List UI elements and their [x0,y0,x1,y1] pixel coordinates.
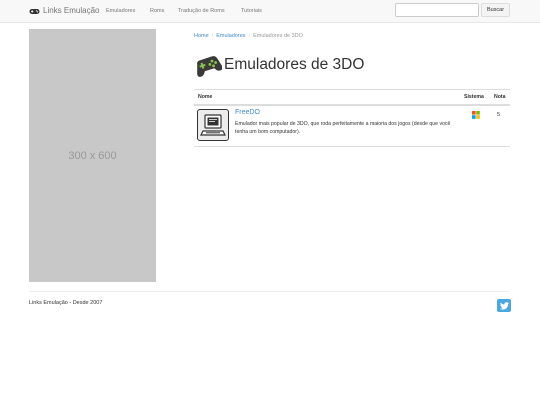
emulator-table: Nome Sistema Nota FreeDO Emulador mais p… [194,89,510,147]
column-header-sistema: Sistema [464,94,484,100]
emulator-description: Emulador mais popular de 3DO, que roda p… [235,121,451,135]
twitter-button[interactable] [497,299,511,312]
breadcrumb-emuladores[interactable]: Emuladores [216,33,245,39]
gamepad-icon [29,8,40,14]
page-title: Emuladores de 3DO [224,56,365,73]
breadcrumb-home[interactable]: Home [194,33,209,39]
emulator-thumbnail[interactable] [197,109,229,141]
ad-size-label: 300 x 600 [68,149,117,162]
column-header-nome: Nome [198,94,213,100]
footer-copyright: Links Emulação - Desde 2007 [29,300,103,306]
breadcrumb-separator: / [248,33,251,39]
emulator-name-link[interactable]: FreeDO [235,109,260,116]
search-button[interactable]: Buscar [481,3,510,17]
breadcrumb-current: Emuladores de 3DO [253,33,303,39]
nav-roms[interactable]: Roms [150,7,164,15]
nav-tutoriais[interactable]: Tutoriais [241,7,262,15]
navbar: Links Emulação Emuladores Roms Tradução … [0,0,540,23]
brand-label: Links Emulação [43,6,100,15]
computer-icon [200,114,226,136]
brand-link[interactable]: Links Emulação [29,5,99,17]
breadcrumb: Home / Emuladores / Emuladores de 3DO [194,33,303,39]
footer-divider [29,291,510,292]
windows-icon [472,111,480,119]
emulator-rating: 5 [497,112,501,118]
breadcrumb-separator: / [211,33,214,39]
gamepad-icon [197,56,222,77]
nav-traducao-de-roms[interactable]: Tradução de Roms [178,7,225,15]
nav-emuladores[interactable]: Emuladores [106,7,135,15]
table-row: FreeDO Emulador mais popular de 3DO, que… [194,106,510,147]
page-heading: Emuladores de 3DO [194,52,364,78]
column-header-nota: Nota [494,94,506,100]
ad-placeholder[interactable]: 300 x 600 [29,29,156,282]
twitter-icon [499,301,509,310]
table-header: Nome Sistema Nota [194,89,510,106]
search-input[interactable] [395,3,479,17]
